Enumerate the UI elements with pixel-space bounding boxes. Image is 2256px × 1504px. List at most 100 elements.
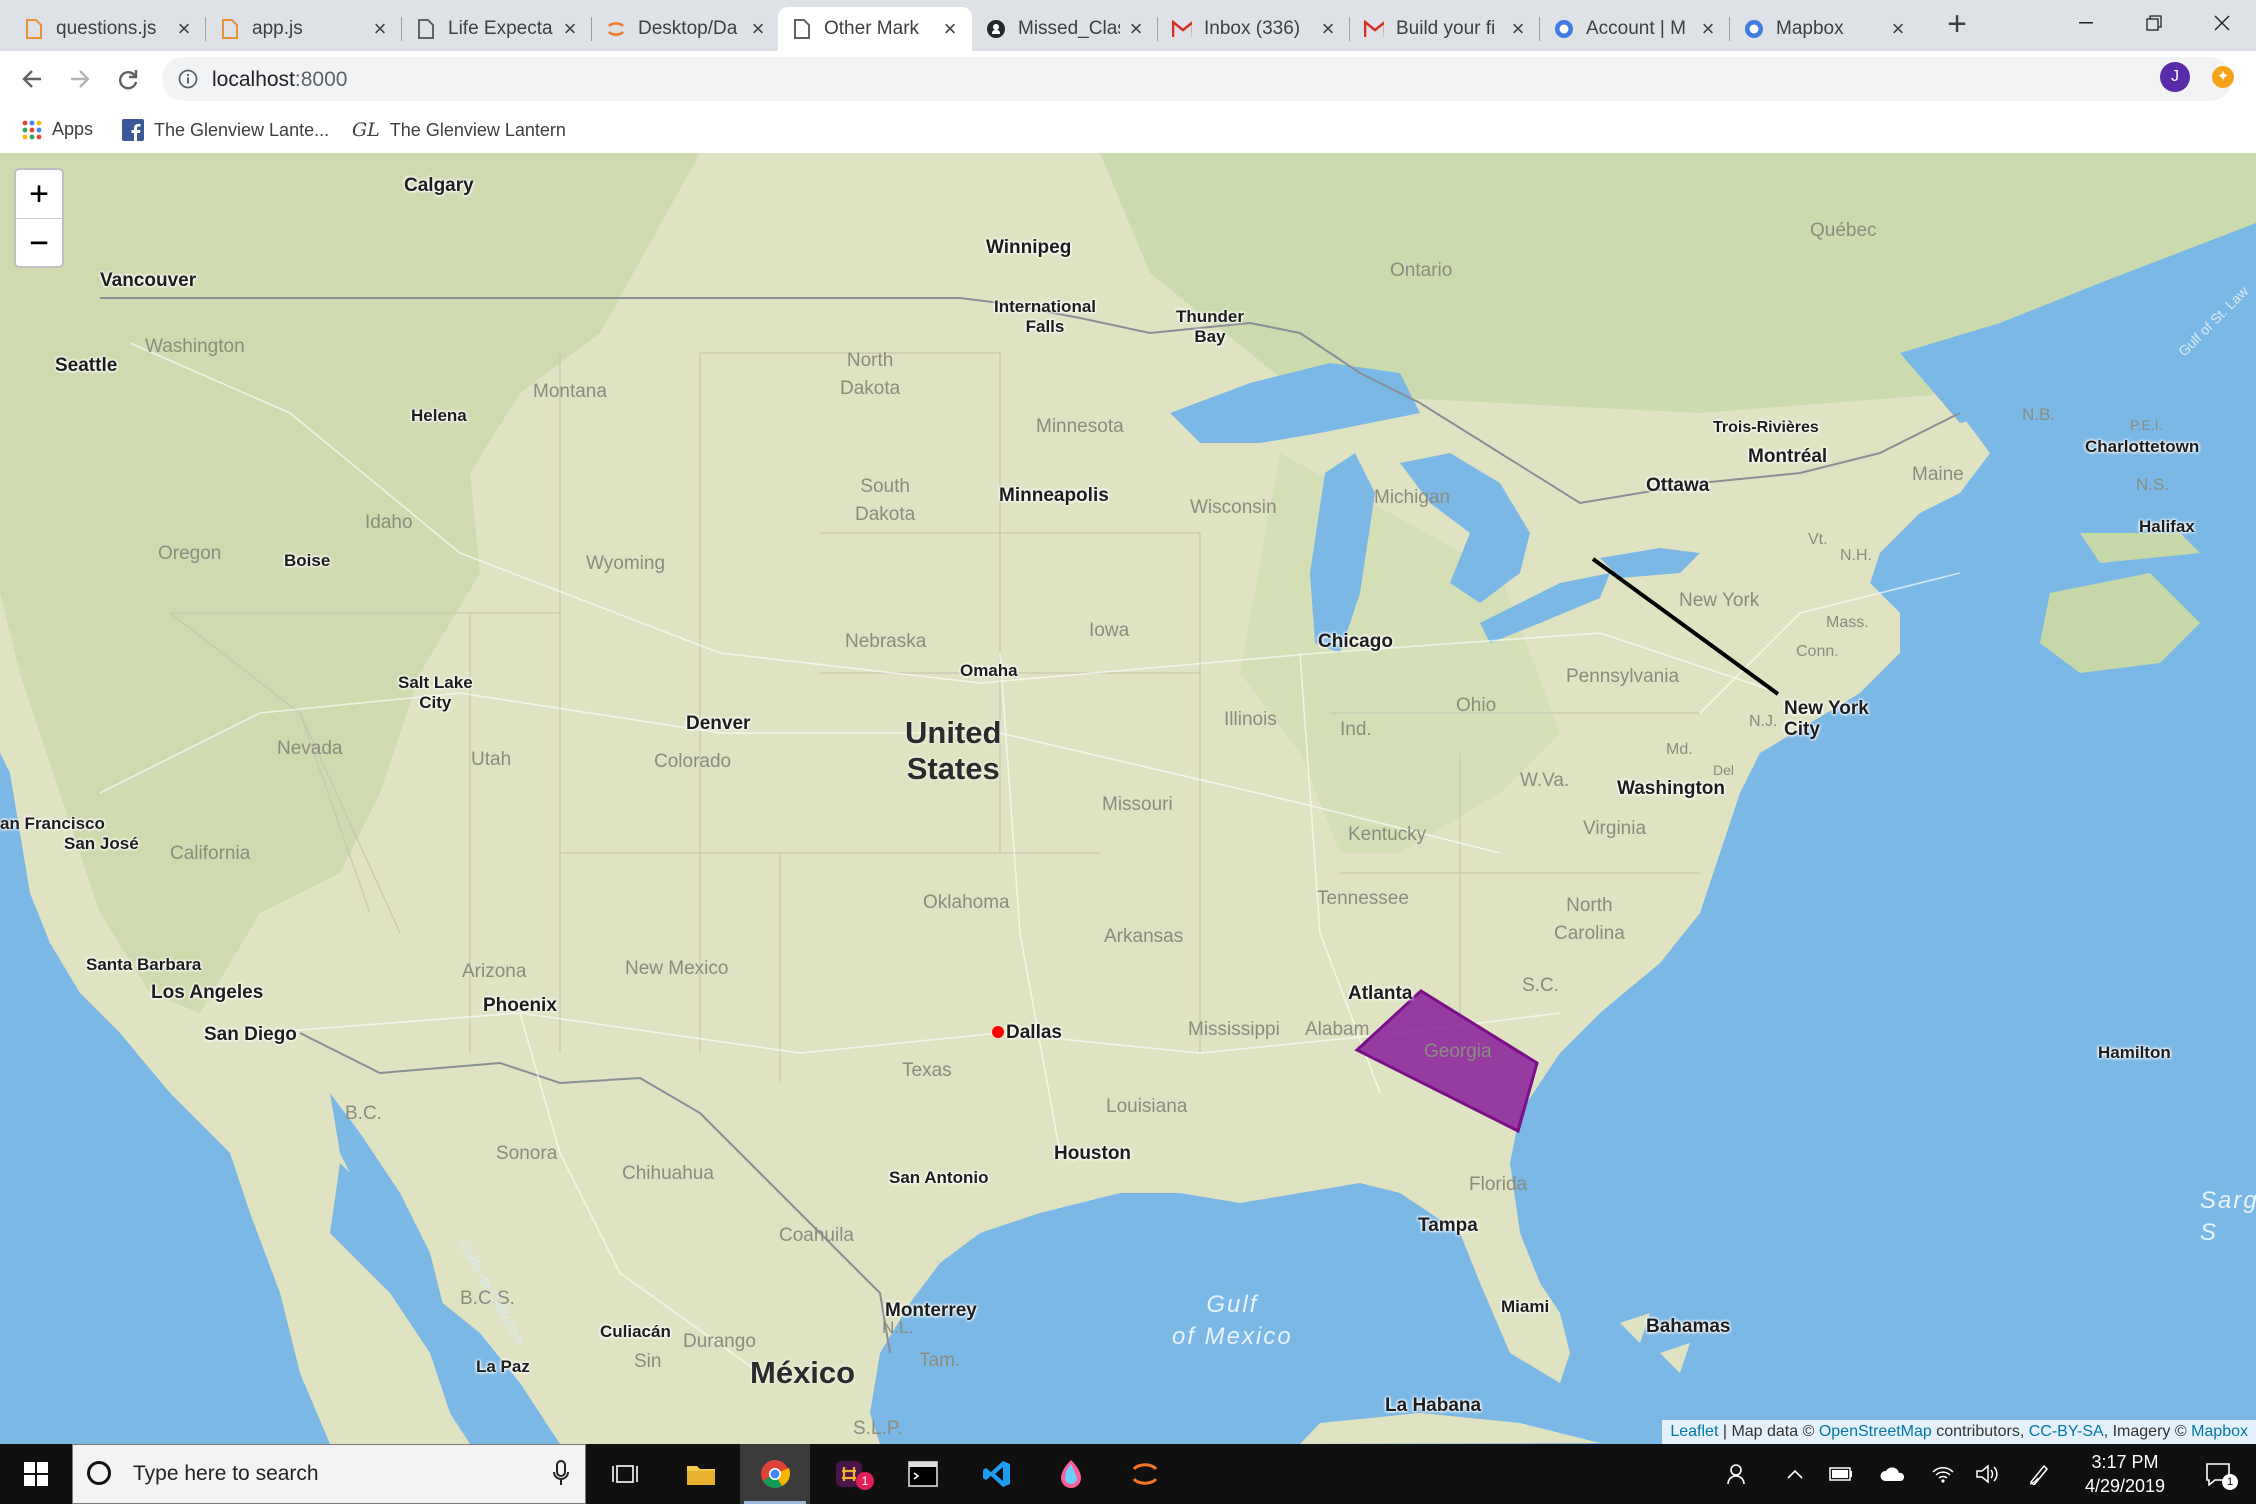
city-label: Minneapolis (999, 485, 1109, 506)
clock-time: 3:17 PM (2091, 1452, 2159, 1472)
zoom-out-button[interactable]: − (16, 219, 62, 266)
microphone-icon[interactable] (553, 1460, 569, 1491)
close-icon[interactable]: × (940, 18, 960, 40)
tab-build-your[interactable]: Build your fi × (1350, 7, 1540, 51)
state-label: Conn. (1796, 643, 1839, 660)
facebook-icon (122, 119, 144, 141)
mapbox-link[interactable]: Mapbox (2191, 1423, 2248, 1440)
ccbysa-link[interactable]: CC-BY-SA (2029, 1423, 2104, 1440)
city-label: Helena (411, 406, 467, 425)
state-label: Tennessee (1317, 888, 1409, 909)
slack-taskbar[interactable]: 1 (814, 1444, 884, 1504)
tab-inbox[interactable]: Inbox (336) × (1158, 7, 1350, 51)
taskbar-search[interactable]: Type here to search (72, 1444, 586, 1504)
close-window-button[interactable] (2188, 0, 2256, 46)
tab-title: Mapbox (1776, 18, 1844, 39)
water-label-gulf: Gulf of Mexico (1172, 1291, 1293, 1350)
gmail-icon (1364, 19, 1384, 39)
state-label: Ind. (1340, 719, 1372, 740)
state-label: B.C. (345, 1103, 382, 1124)
state-label: Montana (533, 381, 607, 402)
state-label: N.J. (1749, 713, 1778, 730)
tab-title: Life Expecta (448, 18, 553, 39)
bookmark-apps[interactable]: Apps (22, 119, 93, 140)
wifi-icon[interactable] (1928, 1444, 1958, 1504)
city-label: San Diego (204, 1024, 297, 1045)
paint-drop-icon (1061, 1460, 1081, 1488)
state-label: Mississippi (1188, 1019, 1280, 1040)
state-label: Virginia (1583, 818, 1647, 839)
onedrive-icon[interactable] (1876, 1444, 1910, 1504)
battery-icon[interactable] (1826, 1444, 1856, 1504)
vscode-taskbar[interactable] (962, 1444, 1032, 1504)
close-icon[interactable]: × (174, 18, 194, 40)
close-icon[interactable]: × (1888, 18, 1908, 40)
bookmark-glenview-facebook[interactable]: The Glenview Lante... (122, 119, 329, 141)
mapbox-icon (1554, 19, 1574, 39)
tab-life-expectancy[interactable]: Life Expecta × (402, 7, 592, 51)
bookmark-label: The Glenview Lantern (389, 119, 566, 140)
close-icon[interactable]: × (560, 18, 580, 40)
new-tab-button[interactable]: + (1940, 7, 1974, 42)
tab-questions-js[interactable]: questions.js × (10, 7, 206, 51)
tab-desktop[interactable]: Desktop/Da × (592, 7, 780, 51)
state-label: North Carolina (1554, 895, 1625, 944)
city-label: New York City (1784, 698, 1869, 740)
state-label: New Mexico (625, 958, 729, 979)
tab-app-js[interactable]: app.js × (206, 7, 402, 51)
state-label: Wisconsin (1190, 497, 1277, 518)
terminal-taskbar[interactable] (888, 1444, 958, 1504)
state-label: N.H. (1840, 547, 1872, 564)
tab-mapbox[interactable]: Mapbox × (1730, 7, 1920, 51)
close-icon[interactable]: × (370, 18, 390, 40)
people-icon[interactable] (1720, 1444, 1756, 1504)
jupyter-taskbar[interactable] (1110, 1444, 1180, 1504)
reload-button[interactable] (108, 59, 148, 99)
address-bar[interactable]: localhost:8000 (162, 57, 2232, 101)
back-button[interactable] (12, 59, 52, 99)
info-icon[interactable] (178, 69, 198, 94)
close-icon[interactable]: × (1318, 18, 1338, 40)
state-label: Coahuila (779, 1225, 854, 1246)
paint3d-taskbar[interactable] (1036, 1444, 1106, 1504)
arrow-right-icon (71, 70, 90, 88)
volume-icon[interactable] (1972, 1444, 2002, 1504)
profile-avatar[interactable]: J (2160, 62, 2190, 92)
chrome-taskbar[interactable] (740, 1444, 810, 1504)
osm-link[interactable]: OpenStreetMap (1819, 1423, 1932, 1440)
forward-button[interactable] (60, 59, 100, 99)
tab-missed-class[interactable]: Missed_Clas × (972, 7, 1158, 51)
state-label: Maine (1912, 464, 1964, 485)
map-view[interactable]: + − United States México Gulf of Mexico … (0, 153, 2256, 1444)
start-button[interactable] (0, 1444, 72, 1504)
city-label: San Antonio (889, 1168, 989, 1187)
bookmark-glenview-lantern[interactable]: GL The Glenview Lantern (352, 119, 566, 141)
extension-icon[interactable]: ✦ (2212, 66, 2234, 88)
city-label: Ottawa (1646, 475, 1710, 496)
task-view-button[interactable] (594, 1444, 656, 1504)
close-icon[interactable]: × (748, 18, 768, 40)
state-label: N.B. (2022, 405, 2056, 424)
state-label: Chihuahua (622, 1163, 714, 1184)
chevron-up-icon[interactable] (1780, 1444, 1810, 1504)
state-label: Nevada (277, 738, 343, 759)
tab-strip: questions.js × app.js × Life Expecta × D… (0, 0, 2256, 51)
arrow-left-icon (22, 70, 41, 88)
state-label: Idaho (365, 512, 413, 533)
state-label: Del (1713, 762, 1735, 778)
close-icon[interactable]: × (1126, 18, 1146, 40)
minimize-button[interactable] (2052, 0, 2120, 46)
state-label: Sonora (496, 1143, 558, 1164)
leaflet-link[interactable]: Leaflet (1670, 1423, 1718, 1440)
action-center-button[interactable]: 1 (2190, 1444, 2246, 1504)
tab-account[interactable]: Account | M × (1540, 7, 1730, 51)
close-icon[interactable]: × (1508, 18, 1528, 40)
close-icon[interactable]: × (1698, 18, 1718, 40)
system-clock[interactable]: 3:17 PM 4/29/2019 (2075, 1450, 2175, 1498)
pen-workspace-icon[interactable] (2024, 1444, 2054, 1504)
file-explorer-taskbar[interactable] (666, 1444, 736, 1504)
zoom-in-button[interactable]: + (16, 170, 62, 219)
restore-button[interactable] (2120, 0, 2188, 46)
state-label: Kentucky (1348, 824, 1427, 845)
tab-other-markers[interactable]: Other Mark × (778, 7, 972, 51)
